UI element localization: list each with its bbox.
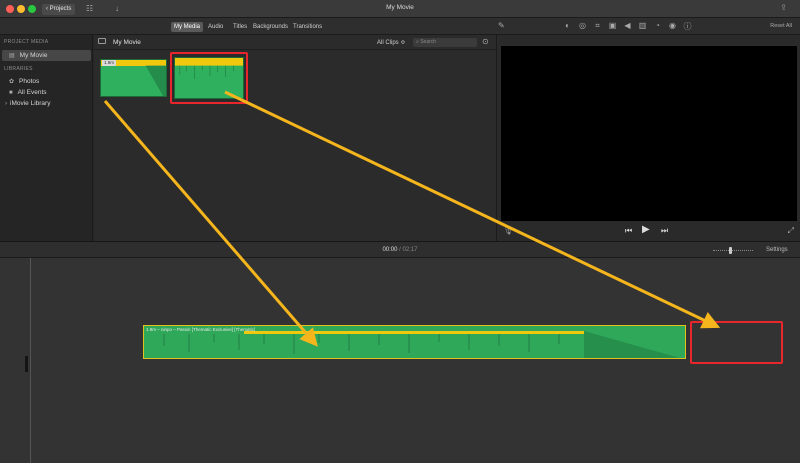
sidebar-toggle-icon[interactable]	[98, 38, 106, 44]
sidebar-item-photos[interactable]: ✿ Photos	[2, 76, 91, 87]
clip-options-icon[interactable]: ⊙	[482, 37, 489, 46]
timecode: 00:00 / 02:17	[0, 247, 800, 253]
sidebar-item-label: Photos	[19, 78, 40, 85]
skip-forward-icon[interactable]: ⏭	[661, 226, 668, 236]
browser-title: My Movie	[113, 39, 141, 46]
info-icon[interactable]: ⓘ	[683, 21, 692, 32]
tab-titles[interactable]: Titles	[233, 22, 247, 32]
zoom-track	[713, 250, 753, 251]
skip-back-icon[interactable]: ⏮	[625, 226, 632, 236]
viewer-panel: 🎙︎ ⏮ ▶ ⏭ ⤢	[496, 35, 800, 241]
sidebar-item-label: My Movie	[19, 52, 48, 59]
voiceover-mic-icon[interactable]: 🎙︎	[503, 226, 513, 235]
timeline-zoom-slider[interactable]	[713, 246, 753, 254]
play-icon[interactable]: ▶	[642, 224, 650, 235]
fullscreen-icon[interactable]: ⤢	[788, 226, 794, 236]
libraries-heading: LIBRARIES	[4, 66, 33, 72]
reset-all-button[interactable]: Reset All	[770, 23, 792, 29]
tab-audio[interactable]: Audio	[208, 22, 223, 32]
tab-my-media[interactable]: My Media	[171, 22, 204, 32]
sidebar-item-label: All Events	[17, 89, 47, 96]
timeline-header: 00:00 / 02:17 Settings	[0, 241, 800, 258]
project-media-heading: PROJECT MEDIA	[4, 39, 49, 45]
stabilization-icon[interactable]: ▣	[608, 21, 617, 32]
timeline-handle[interactable]	[25, 356, 28, 372]
media-toolbar: My Media Audio Titles Backgrounds Transi…	[0, 18, 800, 35]
browser-header: My Movie All Clips ≎ ⌕ Search ⊙	[94, 35, 496, 50]
playhead[interactable]	[30, 258, 31, 463]
timeline-audio-clip[interactable]: 1.9m – ninpo – Passin [Thematic Exclusiv…	[143, 325, 686, 359]
highlight-source-box	[170, 52, 248, 104]
noise-reduction-icon[interactable]: ▥	[638, 21, 647, 32]
highlight-target-box	[690, 321, 783, 364]
timeline-clip-name: 1.9m – ninpo – Passin [Thematic Exclusiv…	[146, 327, 256, 332]
timeline-settings-button[interactable]: Settings	[766, 247, 788, 253]
tab-backgrounds[interactable]: Backgrounds	[253, 22, 288, 32]
sidebar-item-imovie-library[interactable]: › iMovie Library	[2, 98, 91, 109]
photos-icon: ✿	[9, 79, 15, 85]
title-bar: ‹ Projects ☷ ↓ My Movie ⇪	[0, 0, 800, 18]
share-icon[interactable]: ⇪	[780, 3, 787, 12]
filter-icon[interactable]: ◉	[668, 21, 677, 32]
preview-screen	[501, 46, 797, 221]
volume-icon[interactable]: ◀	[623, 21, 632, 32]
media-browser: My Movie All Clips ≎ ⌕ Search ⊙ 1.9m	[94, 35, 496, 241]
sidebar-item-label: iMovie Library	[10, 100, 51, 107]
color-correction-icon[interactable]: ◎	[578, 21, 587, 32]
disclosure-chevron-icon: ›	[5, 101, 7, 107]
clip-duration-badge: 1.9m	[102, 60, 117, 66]
adjustment-toolbar: ◐ ◎ ⌗ ▣ ◀ ▥ ◔ ◉ ⓘ	[563, 21, 692, 32]
search-placeholder: Search	[420, 39, 437, 45]
search-input[interactable]: ⌕ Search	[413, 38, 477, 47]
total-time: 02:17	[402, 247, 418, 253]
media-clip-video[interactable]: 1.9m	[100, 59, 167, 97]
film-icon: ▤	[9, 53, 15, 59]
time-separator: /	[399, 247, 401, 253]
sidebar-item-my-movie[interactable]: ▤ My Movie	[2, 50, 91, 61]
timeline-area[interactable]: 1.9m – ninpo – Passin [Thematic Exclusiv…	[0, 258, 800, 463]
clip-filter-select[interactable]: All Clips ≎	[377, 39, 405, 46]
tab-transitions[interactable]: Transitions	[293, 22, 322, 32]
window-title: My Movie	[386, 4, 414, 11]
events-icon: ■	[9, 90, 13, 96]
libraries-sidebar: PROJECT MEDIA ▤ My Movie LIBRARIES ✿ Photo…	[0, 35, 93, 241]
zoom-knob[interactable]	[729, 247, 732, 254]
sidebar-item-all-events[interactable]: ■ All Events	[2, 87, 91, 98]
color-balance-icon[interactable]: ◐	[563, 21, 572, 32]
current-time: 00:00	[382, 247, 398, 253]
crop-icon[interactable]: ⌗	[593, 21, 602, 32]
speed-icon[interactable]: ◔	[653, 21, 662, 32]
magic-wand-icon[interactable]: ✎	[498, 21, 505, 30]
